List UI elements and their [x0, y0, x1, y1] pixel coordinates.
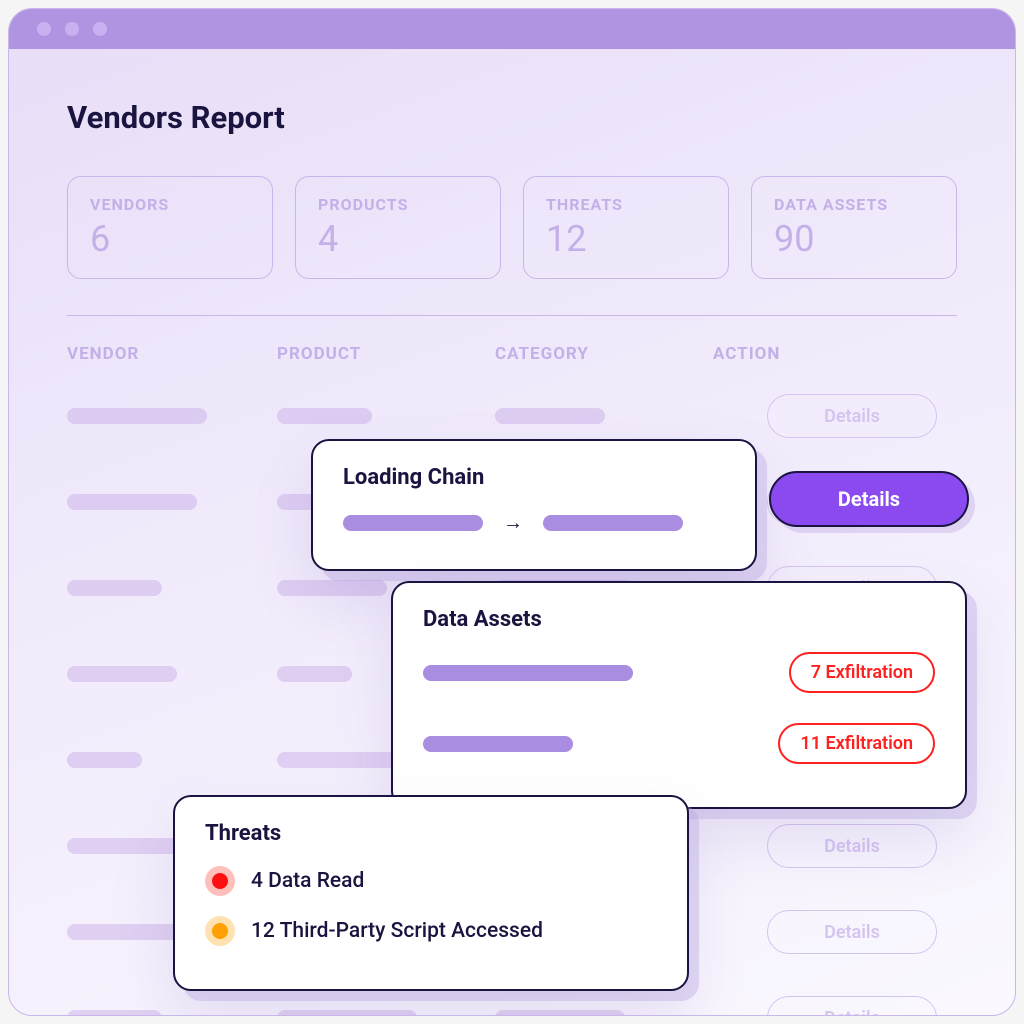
details-button[interactable]: Details — [767, 996, 937, 1016]
skeleton — [277, 1010, 417, 1016]
threats-card: Threats 4 Data Read 12 Third-Party Scrip… — [173, 795, 689, 991]
threat-severity-icon — [205, 866, 235, 896]
skeleton — [67, 408, 207, 424]
stat-label: PRODUCTS — [318, 195, 478, 214]
stat-label: THREATS — [546, 195, 706, 214]
skeleton — [67, 1010, 162, 1016]
chain-row: → — [343, 510, 725, 535]
exfiltration-badge[interactable]: 7 Exfiltration — [789, 652, 935, 693]
skeleton — [67, 494, 197, 510]
th-product: PRODUCT — [277, 344, 495, 364]
card-title: Data Assets — [423, 607, 935, 632]
stat-card-threats[interactable]: THREATS 12 — [523, 176, 729, 279]
window-control-dot[interactable] — [37, 22, 51, 36]
table-row: Details — [67, 996, 957, 1016]
window-control-dot[interactable] — [65, 22, 79, 36]
th-category: CATEGORY — [495, 344, 713, 364]
app-window: Vendors Report VENDORS 6 PRODUCTS 4 THRE… — [8, 8, 1016, 1016]
stat-card-products[interactable]: PRODUCTS 4 — [295, 176, 501, 279]
card-title: Threats — [205, 821, 657, 846]
asset-item — [423, 736, 573, 752]
skeleton — [67, 752, 142, 768]
skeleton — [277, 580, 387, 596]
table-row: Details — [67, 394, 957, 438]
arrow-right-icon: → — [503, 510, 523, 535]
threat-severity-icon — [205, 916, 235, 946]
details-button[interactable]: Details — [767, 910, 937, 954]
data-assets-card: Data Assets 7 Exfiltration 11 Exfiltrati… — [391, 581, 967, 809]
chain-item — [343, 515, 483, 531]
stats-row: VENDORS 6 PRODUCTS 4 THREATS 12 DATA ASS… — [67, 176, 957, 279]
details-button[interactable]: Details — [767, 824, 937, 868]
table-header: VENDOR PRODUCT CATEGORY ACTION — [67, 344, 957, 364]
window-control-dot[interactable] — [93, 22, 107, 36]
th-action: ACTION — [713, 344, 957, 364]
loading-chain-card: Loading Chain → — [311, 439, 757, 571]
stat-value: 12 — [546, 218, 706, 260]
threat-text: 12 Third-Party Script Accessed — [251, 919, 543, 943]
stat-card-vendors[interactable]: VENDORS 6 — [67, 176, 273, 279]
stat-value: 4 — [318, 218, 478, 260]
stat-label: DATA ASSETS — [774, 195, 934, 214]
threat-row: 4 Data Read — [205, 866, 657, 896]
th-vendor: VENDOR — [67, 344, 277, 364]
chain-item — [543, 515, 683, 531]
page-title: Vendors Report — [67, 99, 957, 136]
asset-row: 7 Exfiltration — [423, 652, 935, 693]
exfiltration-badge[interactable]: 11 Exfiltration — [778, 723, 935, 764]
skeleton — [277, 752, 407, 768]
skeleton — [495, 1010, 625, 1016]
skeleton — [495, 408, 605, 424]
skeleton — [277, 666, 352, 682]
card-title: Loading Chain — [343, 465, 725, 490]
titlebar — [9, 9, 1015, 49]
divider — [67, 315, 957, 316]
asset-row: 11 Exfiltration — [423, 723, 935, 764]
asset-item — [423, 665, 633, 681]
skeleton — [277, 408, 372, 424]
details-button-active[interactable]: Details — [769, 471, 969, 527]
details-button[interactable]: Details — [767, 394, 937, 438]
stat-label: VENDORS — [90, 195, 250, 214]
stat-value: 90 — [774, 218, 934, 260]
threat-text: 4 Data Read — [251, 869, 364, 893]
skeleton — [67, 666, 177, 682]
threat-row: 12 Third-Party Script Accessed — [205, 916, 657, 946]
stat-value: 6 — [90, 218, 250, 260]
skeleton — [67, 580, 162, 596]
stat-card-data-assets[interactable]: DATA ASSETS 90 — [751, 176, 957, 279]
